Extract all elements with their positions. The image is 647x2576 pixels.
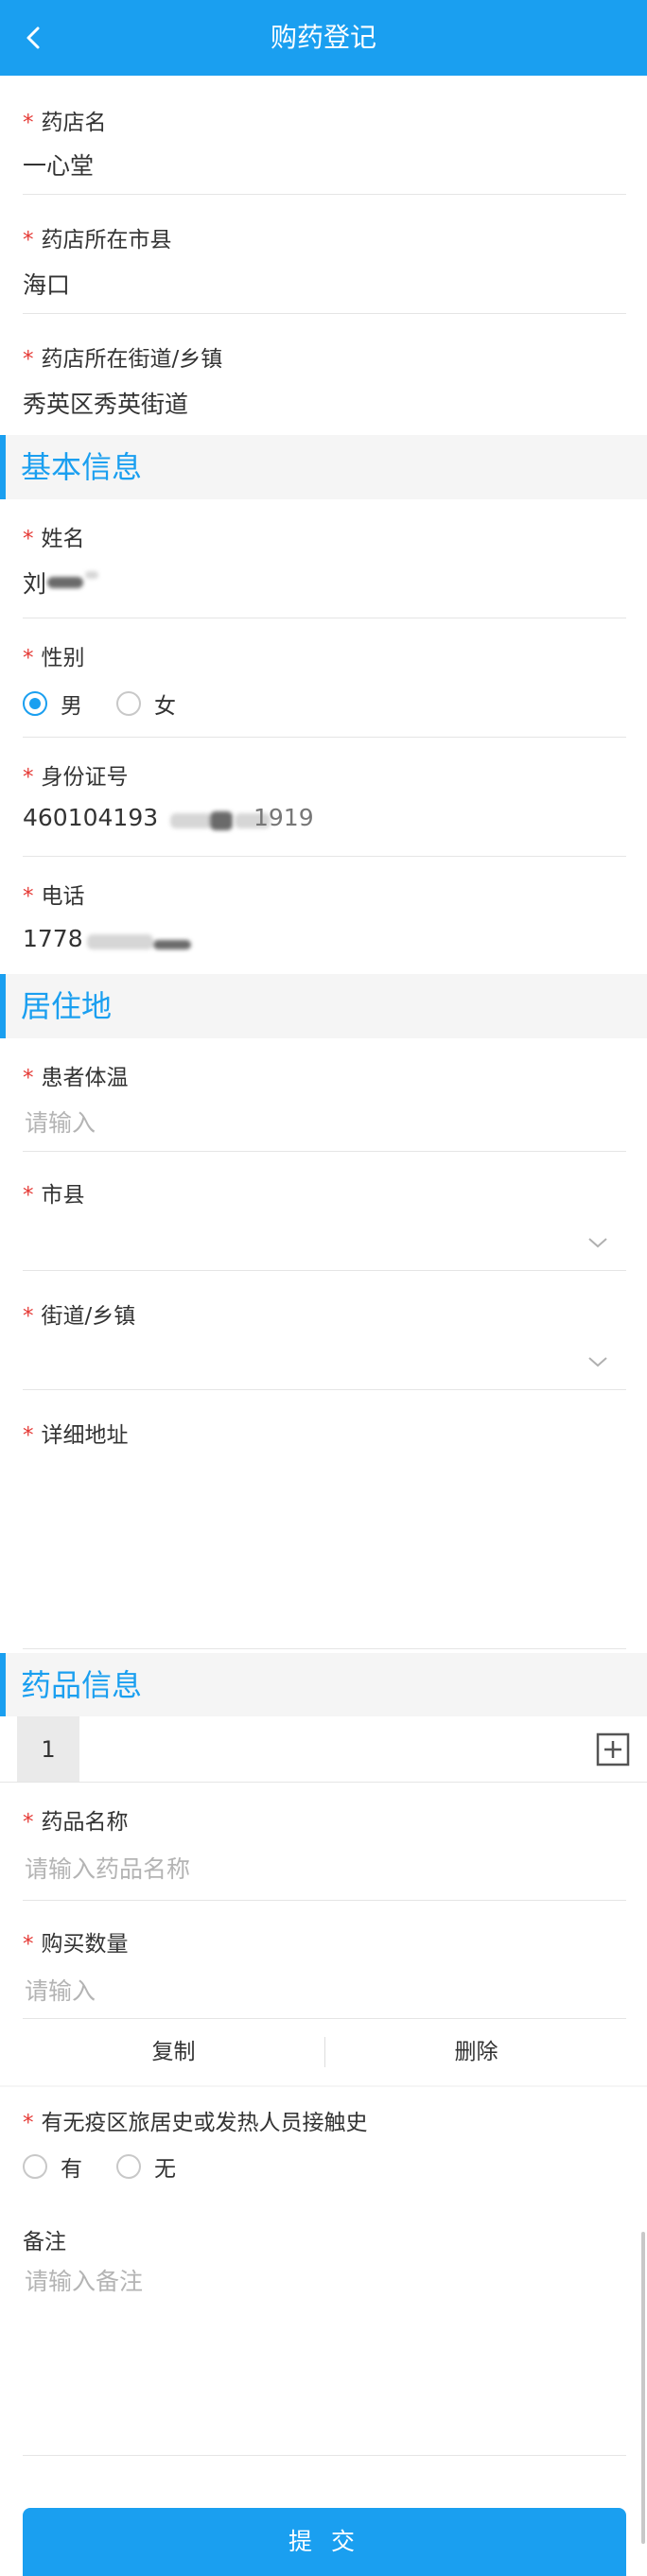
delete-button[interactable]: 删除 [325, 2019, 627, 2085]
epidemic-field: * 有无疫区旅居史或发热人员接触史 有 无 [0, 2087, 647, 2210]
section-drug-info: 药品信息 [0, 1653, 647, 1717]
pharmacy-street-value[interactable]: 秀英区秀英街道 [23, 386, 188, 420]
section-title: 基本信息 [21, 449, 143, 485]
pharmacy-street-field: * 药店所在街道/乡镇 秀英区秀英街道 [0, 314, 647, 435]
pharmacy-city-label: * 药店所在市县 [23, 228, 172, 252]
pharmacy-name-label: * 药店名 [23, 111, 107, 135]
gender-female-radio[interactable] [116, 691, 141, 716]
phone-field: * 电话 1778 [0, 857, 647, 974]
redacted-blur [170, 813, 212, 828]
required-star: * [23, 884, 34, 909]
add-drug-button[interactable] [596, 1732, 630, 1767]
id-number-value[interactable]: 460104193 [23, 804, 158, 831]
section-residence: 居住地 [0, 974, 647, 1038]
required-star: * [23, 1304, 34, 1329]
remark-field: 备注 请输入备注 [0, 2210, 647, 2456]
required-star: * [23, 1810, 34, 1835]
required-star: * [23, 111, 34, 135]
phone-label: * 电话 [23, 884, 85, 909]
copy-button[interactable]: 复制 [23, 2019, 324, 2085]
required-star: * [23, 347, 34, 372]
section-accent-bar [0, 435, 6, 499]
city-select[interactable] [586, 1235, 609, 1250]
required-star: * [23, 1932, 34, 1957]
address-label: * 详细地址 [23, 1423, 129, 1448]
name-value[interactable]: 刘 [23, 566, 46, 600]
temperature-label: * 患者体温 [23, 1066, 129, 1090]
drug-name-field: * 药品名称 请输入药品名称 [0, 1783, 647, 1901]
redacted-blur [210, 811, 233, 830]
required-star: * [23, 765, 34, 790]
redacted-blur [47, 577, 83, 588]
redacted-blur [85, 571, 98, 579]
city-label: * 市县 [23, 1183, 85, 1208]
section-title: 药品信息 [21, 1667, 143, 1703]
street-label: * 街道/乡镇 [23, 1304, 136, 1329]
gender-radio-group: 男 女 [23, 687, 210, 721]
quantity-input[interactable]: 请输入 [25, 1973, 96, 2007]
divider [23, 1648, 626, 1649]
drug-tab-row: 1 [0, 1716, 647, 1783]
gender-label: * 性别 [23, 646, 85, 670]
drug-action-row: 复制 删除 [23, 2019, 626, 2085]
chevron-down-icon [588, 1238, 607, 1248]
quantity-field: * 购买数量 请输入 [0, 1901, 647, 2019]
pharmacy-street-label: * 药店所在街道/乡镇 [23, 347, 223, 372]
redacted-blur [153, 940, 191, 949]
redacted-blur [87, 934, 153, 949]
address-field: * 详细地址 [0, 1390, 647, 1649]
gender-option-label[interactable]: 男 [61, 688, 82, 720]
temperature-field: * 患者体温 请输入 [0, 1038, 647, 1152]
gender-field: * 性别 男 女 [0, 618, 647, 738]
pharmacy-city-value[interactable]: 海口 [23, 267, 70, 301]
id-number-field: * 身份证号 460104193 1919 [0, 738, 647, 857]
quantity-label: * 购买数量 [23, 1932, 129, 1957]
section-accent-bar [0, 974, 6, 1038]
pharmacy-name-value[interactable]: 一心堂 [23, 148, 94, 182]
epidemic-radio-group: 有 无 [23, 2150, 210, 2184]
gender-option-label[interactable]: 女 [154, 688, 176, 720]
epidemic-option-label[interactable]: 无 [154, 2150, 176, 2183]
page-title: 购药登记 [270, 22, 376, 53]
temperature-input[interactable]: 请输入 [25, 1105, 96, 1139]
city-field: * 市县 [0, 1152, 647, 1271]
id-number-tail: 1919 [254, 804, 314, 831]
required-star: * [23, 646, 34, 670]
drug-name-input[interactable]: 请输入药品名称 [25, 1851, 190, 1885]
submit-button[interactable]: 提 交 [23, 2508, 626, 2576]
pharmacy-city-field: * 药店所在市县 海口 [0, 195, 647, 314]
section-basic-info: 基本信息 [0, 435, 647, 499]
scrollbar[interactable] [641, 2232, 645, 2544]
required-star: * [23, 527, 34, 551]
address-textarea[interactable] [23, 1456, 626, 1636]
drug-tab-1[interactable]: 1 [17, 1716, 79, 1783]
required-star: * [23, 1066, 34, 1090]
required-star: * [23, 1423, 34, 1448]
required-star: * [23, 1183, 34, 1208]
required-star: * [23, 2111, 34, 2135]
remark-textarea[interactable]: 请输入备注 [25, 2263, 143, 2297]
chevron-down-icon [588, 1357, 607, 1367]
section-accent-bar [0, 1653, 6, 1717]
epidemic-option-label[interactable]: 有 [61, 2150, 82, 2183]
plus-square-icon [596, 1732, 630, 1767]
drug-name-label: * 药品名称 [23, 1810, 129, 1835]
street-field: * 街道/乡镇 [0, 1271, 647, 1390]
divider [23, 2455, 626, 2456]
street-select[interactable] [586, 1354, 609, 1369]
phone-value[interactable]: 1778 [23, 925, 83, 952]
required-star: * [23, 228, 34, 252]
pharmacy-name-field: * 药店名 一心堂 [0, 76, 647, 195]
name-field: * 姓名 刘 [0, 499, 647, 618]
gender-male-radio[interactable] [23, 691, 47, 716]
epidemic-yes-radio[interactable] [23, 2154, 47, 2179]
remark-label: 备注 [23, 2230, 66, 2254]
epidemic-no-radio[interactable] [116, 2154, 141, 2179]
name-label: * 姓名 [23, 527, 85, 551]
epidemic-label: * 有无疫区旅居史或发热人员接触史 [23, 2111, 368, 2135]
id-number-label: * 身份证号 [23, 765, 129, 790]
top-bar: 购药登记 [0, 0, 647, 76]
section-title: 居住地 [21, 988, 113, 1024]
